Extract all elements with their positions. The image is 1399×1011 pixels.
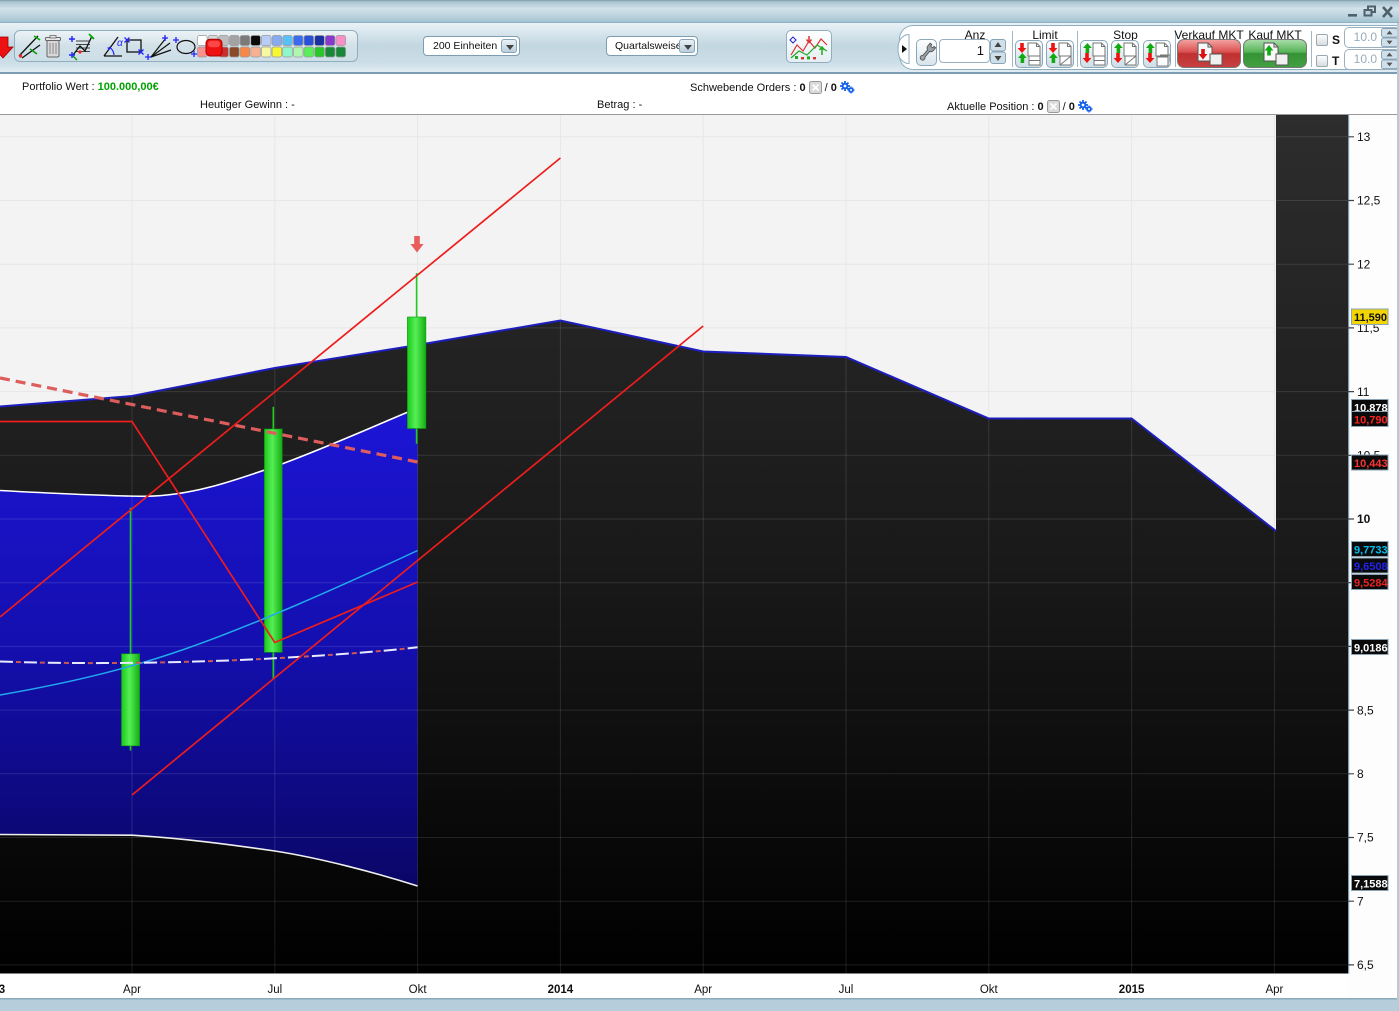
svg-text:Jul: Jul — [839, 984, 854, 996]
svg-text:8,5: 8,5 — [1357, 703, 1374, 717]
svg-text:9,6508: 9,6508 — [1354, 561, 1388, 573]
svg-text:11,590: 11,590 — [1354, 312, 1387, 324]
svg-text:Apr: Apr — [123, 984, 141, 996]
svg-text:Okt: Okt — [980, 984, 999, 996]
svg-text:2015: 2015 — [1119, 984, 1145, 996]
svg-text:6,5: 6,5 — [1357, 958, 1374, 972]
svg-text:Apr: Apr — [1265, 984, 1283, 996]
svg-text:7: 7 — [1357, 894, 1364, 908]
svg-text:10,790: 10,790 — [1354, 415, 1388, 427]
svg-text:10,443: 10,443 — [1354, 458, 1388, 470]
svg-text:12,5: 12,5 — [1357, 194, 1381, 208]
svg-text:Okt: Okt — [409, 984, 428, 996]
svg-text:9,7733: 9,7733 — [1354, 545, 1388, 557]
svg-text:13: 13 — [1357, 130, 1371, 144]
svg-text:Apr: Apr — [694, 984, 712, 996]
svg-text:8: 8 — [1357, 767, 1364, 781]
svg-text:9,5284: 9,5284 — [1354, 578, 1389, 590]
svg-text:Jul: Jul — [267, 984, 282, 996]
svg-text:10: 10 — [1357, 512, 1371, 526]
svg-text:2014: 2014 — [548, 984, 574, 996]
svg-text:3: 3 — [0, 984, 5, 996]
svg-text:9,0186: 9,0186 — [1354, 643, 1388, 655]
svg-text:7,1588: 7,1588 — [1354, 879, 1388, 891]
svg-text:12: 12 — [1357, 257, 1371, 271]
svg-text:11: 11 — [1357, 385, 1370, 399]
svg-text:7,5: 7,5 — [1357, 831, 1374, 845]
